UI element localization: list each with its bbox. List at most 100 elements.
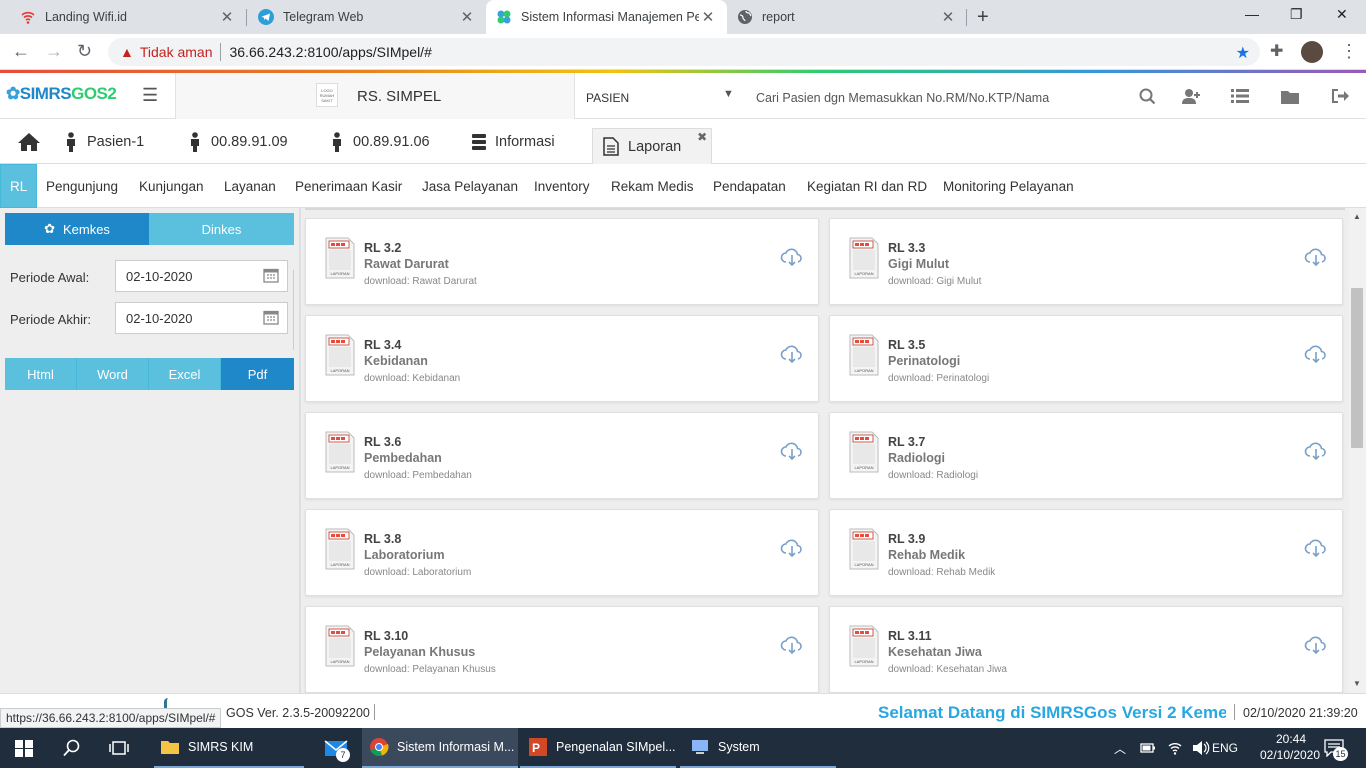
security-label[interactable]: Tidak aman (140, 44, 213, 60)
cloud-download-icon[interactable] (780, 633, 804, 657)
report-card[interactable]: LAPORAN RL 3.9 Rehab Medik download: Rehab … (829, 509, 1343, 596)
cloud-download-icon[interactable] (780, 342, 804, 366)
close-icon[interactable]: ✕ (939, 8, 957, 26)
tab-patient-008991-09[interactable]: 00.89.91.09 (188, 119, 288, 164)
taskbar-chrome[interactable]: Sistem Informasi M... (362, 728, 518, 768)
calendar-icon[interactable] (263, 267, 279, 283)
report-card[interactable]: LAPORAN RL 3.4 Kebidanan download: Kebidana… (305, 315, 819, 402)
report-card[interactable]: LAPORAN RL 3.5 Perinatologi download: Perin… (829, 315, 1343, 402)
logout-icon[interactable] (1331, 88, 1349, 104)
folder-icon[interactable] (1281, 89, 1299, 104)
taskbar-mail[interactable]: 7 (312, 728, 360, 768)
new-tab-icon[interactable]: + (977, 6, 989, 29)
tab-pasien-1[interactable]: Pasien-1 (64, 119, 144, 164)
app-logo[interactable]: ✿SIMRSGOS2 (6, 84, 117, 104)
reload-icon[interactable]: ↻ (77, 41, 92, 62)
subnav-inventory[interactable]: Inventory (534, 164, 590, 208)
omnibox[interactable]: ▲ Tidak aman 36.66.243.2:8100/apps/SIMpe… (108, 38, 1260, 66)
cloud-download-icon[interactable] (1304, 245, 1328, 269)
subnav-rekam-medis[interactable]: Rekam Medis (611, 164, 694, 208)
report-name[interactable]: Pelayanan Khusus (364, 645, 475, 659)
bookmark-star-icon[interactable]: ★ (1236, 43, 1250, 63)
browser-menu-icon[interactable]: ⋮ (1340, 41, 1358, 62)
maximize-icon[interactable]: ❐ (1290, 6, 1303, 23)
scrollbar[interactable]: ▲ ▼ (1349, 208, 1366, 693)
subnav-monitoring-pelayanan[interactable]: Monitoring Pelayanan (943, 164, 1074, 208)
browser-tab-landing[interactable]: Landing Wifi.id ✕ (0, 0, 246, 34)
cloud-download-icon[interactable] (780, 439, 804, 463)
close-window-icon[interactable]: ✕ (1336, 6, 1348, 23)
url-text[interactable]: 36.66.243.2:8100/apps/SIMpel/# (229, 44, 431, 60)
windows-start-icon[interactable] (15, 740, 33, 757)
subnav-kegiatan-ri-rd[interactable]: Kegiatan RI dan RD (807, 164, 927, 208)
report-card[interactable]: LAPORAN RL 3.6 Pembedahan download: Pembeda… (305, 412, 819, 499)
list-icon[interactable] (1231, 88, 1249, 104)
report-name[interactable]: Gigi Mulut (888, 257, 949, 271)
home-tab[interactable] (17, 119, 41, 164)
patient-type-select[interactable]: PASIEN (586, 91, 629, 105)
tab-laporan[interactable]: Laporan ✖ (592, 128, 713, 164)
export-html-button[interactable]: Html (5, 358, 77, 390)
patient-search-input[interactable]: Cari Pasien dgn Memasukkan No.RM/No.KTP/… (756, 91, 1049, 105)
report-name[interactable]: Radiologi (888, 451, 945, 465)
chevron-up-icon[interactable]: ︿ (1114, 740, 1126, 757)
report-card[interactable]: LAPORAN RL 3.2 Rawat Darurat download: Rawa… (305, 218, 819, 305)
browser-tab-simpel[interactable]: Sistem Informasi Manajemen Pel ✕ (486, 0, 727, 34)
scroll-down-icon[interactable]: ▼ (1353, 679, 1361, 688)
report-name[interactable]: Rehab Medik (888, 548, 965, 562)
periode-akhir-input[interactable]: 02-10-2020 (115, 302, 288, 334)
chevron-down-icon[interactable]: ▼ (723, 88, 734, 100)
task-view-icon[interactable] (109, 739, 129, 757)
subnav-kunjungan[interactable]: Kunjungan (139, 164, 204, 208)
hamburger-menu-icon[interactable]: ☰ (142, 85, 158, 106)
cloud-download-icon[interactable] (1304, 536, 1328, 560)
close-icon[interactable]: ✕ (699, 8, 717, 26)
calendar-icon[interactable] (263, 309, 279, 325)
report-card[interactable]: LAPORAN RL 3.10 Pelayanan Khusus download: … (305, 606, 819, 693)
periode-awal-input[interactable]: 02-10-2020 (115, 260, 288, 292)
scroll-up-icon[interactable]: ▲ (1353, 212, 1361, 221)
subnav-pengunjung[interactable]: Pengunjung (46, 164, 118, 208)
report-name[interactable]: Kebidanan (364, 354, 428, 368)
profile-avatar[interactable] (1301, 41, 1323, 63)
search-icon[interactable] (1139, 88, 1156, 105)
subnav-penerimaan-kasir[interactable]: Penerimaan Kasir (295, 164, 402, 208)
battery-icon[interactable] (1140, 741, 1156, 755)
report-name[interactable]: Kesehatan Jiwa (888, 645, 982, 659)
taskbar-powerpoint[interactable]: P Pengenalan SIMpel... (520, 728, 676, 768)
report-card[interactable]: LAPORAN RL 3.8 Laboratorium download: Labor… (305, 509, 819, 596)
subnav-layanan[interactable]: Layanan (224, 164, 276, 208)
export-pdf-button[interactable]: Pdf (221, 358, 294, 390)
volume-icon[interactable] (1192, 740, 1210, 756)
forward-icon[interactable]: → (45, 41, 63, 62)
report-card[interactable]: LAPORAN RL 3.3 Gigi Mulut download: Gigi Mu… (829, 218, 1343, 305)
subnav-rl[interactable]: RL (0, 164, 38, 208)
report-name[interactable]: Laboratorium (364, 548, 445, 562)
cloud-download-icon[interactable] (1304, 342, 1328, 366)
close-icon[interactable]: ✕ (458, 8, 476, 26)
kemkes-button[interactable]: ✿ Kemkes (5, 213, 149, 245)
report-name[interactable]: Pembedahan (364, 451, 442, 465)
language-indicator[interactable]: ENG (1212, 741, 1238, 755)
add-user-icon[interactable] (1181, 88, 1201, 105)
wifi-icon[interactable] (1167, 740, 1183, 756)
report-card[interactable]: LAPORAN RL 3.7 Radiologi download: Radiolog… (829, 412, 1343, 499)
report-card[interactable]: LAPORAN RL 3.11 Kesehatan Jiwa download: Ke… (829, 606, 1343, 693)
tab-informasi[interactable]: Informasi (472, 119, 555, 164)
browser-tab-report[interactable]: report ✕ (727, 0, 967, 34)
cloud-download-icon[interactable] (1304, 633, 1328, 657)
cloud-download-icon[interactable] (780, 245, 804, 269)
taskbar-simrs-kim[interactable]: SIMRS KIM (154, 728, 304, 768)
subnav-pendapatan[interactable]: Pendapatan (713, 164, 786, 208)
export-word-button[interactable]: Word (77, 358, 149, 390)
close-icon[interactable]: ✕ (218, 8, 236, 26)
report-name[interactable]: Rawat Darurat (364, 257, 449, 271)
taskbar-system[interactable]: System (680, 728, 836, 768)
subnav-jasa-pelayanan[interactable]: Jasa Pelayanan (422, 164, 518, 208)
cloud-download-icon[interactable] (1304, 439, 1328, 463)
back-icon[interactable]: ← (12, 41, 30, 62)
clock-time[interactable]: 20:44 (1251, 732, 1331, 746)
search-icon[interactable] (63, 739, 81, 757)
clock-date[interactable]: 02/10/2020 (1244, 748, 1336, 762)
close-icon[interactable]: ✖ (697, 130, 707, 144)
